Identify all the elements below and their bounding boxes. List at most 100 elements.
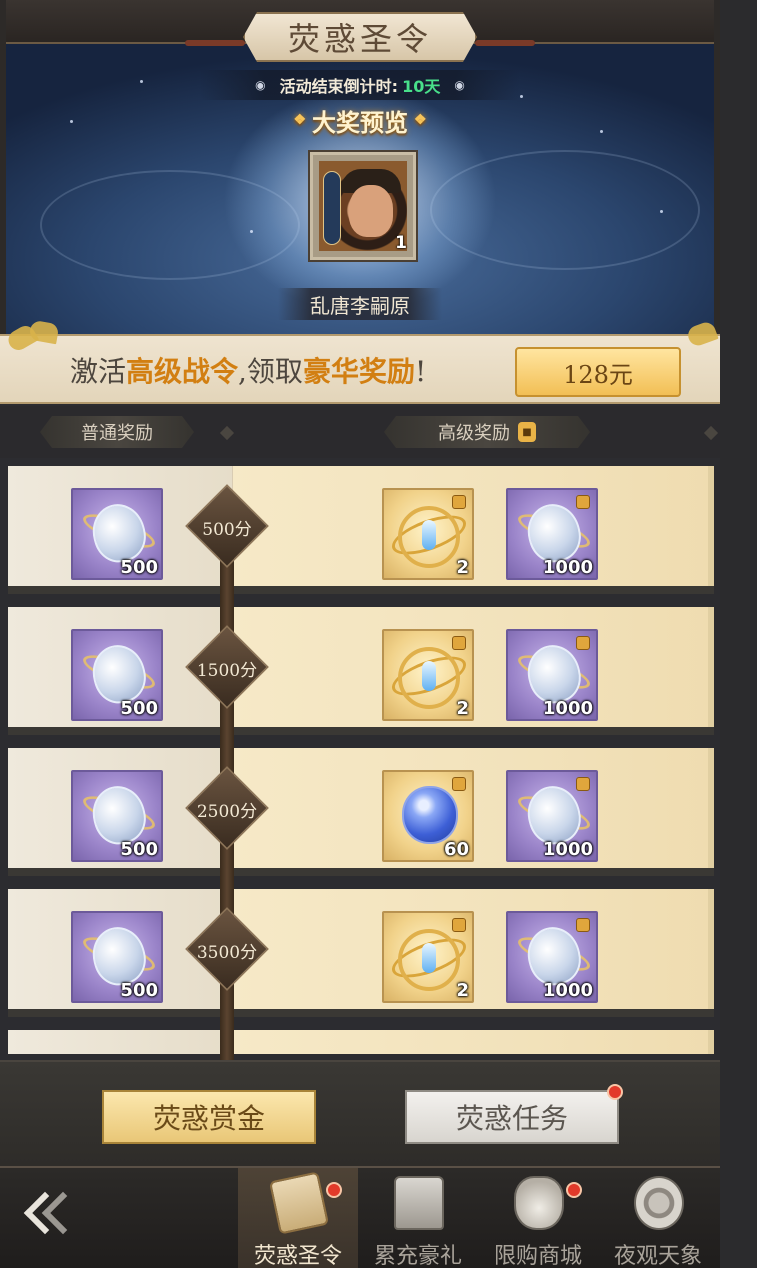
nav-item-holy-order[interactable]: 荧惑圣令 bbox=[238, 1168, 358, 1268]
nav-item-stargazing[interactable]: 夜观天象 bbox=[598, 1168, 718, 1268]
milestone-marker: 500分 bbox=[179, 484, 275, 569]
reward-row: 500 60 1000 bbox=[8, 748, 714, 876]
item-quantity: 500 bbox=[120, 698, 158, 719]
item-quantity: 60 bbox=[443, 839, 469, 860]
chest-icon bbox=[394, 1176, 444, 1230]
page-title: 荧惑圣令 bbox=[243, 12, 477, 62]
lock-icon bbox=[452, 495, 466, 509]
star-decoration bbox=[600, 130, 603, 133]
reward-item[interactable]: 1000 bbox=[506, 770, 598, 862]
ornament-icon: ◉ bbox=[255, 78, 266, 92]
lock-icon bbox=[452, 777, 466, 791]
nav-item-limited-shop[interactable]: 限购商城 bbox=[478, 1168, 598, 1268]
nav-item-recharge-gifts[interactable]: 累充豪礼 bbox=[358, 1168, 478, 1268]
item-quantity: 500 bbox=[120, 557, 158, 578]
grand-prize-title: 大奖预览 bbox=[312, 107, 408, 137]
nav-label: 荧惑圣令 bbox=[253, 1244, 342, 1268]
milestone-marker: 2500分 bbox=[179, 766, 275, 851]
reward-item[interactable]: 60 bbox=[382, 770, 474, 862]
nav-label: 夜观天象 bbox=[613, 1244, 702, 1268]
star-decoration bbox=[520, 95, 523, 98]
milestone-label: 500分 bbox=[202, 519, 252, 540]
milestone-marker: 1500分 bbox=[179, 625, 275, 710]
reward-item[interactable]: 2 bbox=[382, 488, 474, 580]
divider-ornament bbox=[219, 425, 235, 441]
promo-highlight: 高级战令 bbox=[126, 355, 239, 388]
reward-item[interactable]: 1000 bbox=[506, 629, 598, 721]
tasks-button[interactable]: 荧惑任务 bbox=[405, 1090, 619, 1144]
free-rewards-label: 普通奖励 bbox=[81, 423, 153, 444]
star-decoration bbox=[70, 120, 73, 123]
lock-icon bbox=[576, 918, 590, 932]
premium-reward-cell bbox=[233, 1030, 714, 1054]
ribbon-right bbox=[475, 40, 535, 46]
back-button[interactable] bbox=[14, 1188, 104, 1248]
reward-list[interactable]: 500 2 1000 500 2 1000 500 60 1000 500 2 1000 bbox=[8, 466, 714, 1054]
hero-portrait-card[interactable]: 1 bbox=[310, 152, 416, 260]
reward-item[interactable]: 2 bbox=[382, 911, 474, 1003]
reward-row: 500 2 1000 bbox=[8, 607, 714, 735]
cloud-swirl bbox=[40, 170, 300, 280]
milestone-label: 1500分 bbox=[196, 660, 258, 681]
promo-text-part: ,领取 bbox=[238, 355, 303, 388]
astrolabe-icon bbox=[634, 1176, 684, 1230]
reward-column-headers: 普通奖励 高级奖励 ■ bbox=[0, 406, 720, 458]
item-quantity: 2 bbox=[456, 557, 469, 578]
reward-item[interactable]: 1000 bbox=[506, 488, 598, 580]
promo-text-part: 激活 bbox=[70, 355, 127, 388]
lock-icon bbox=[576, 495, 590, 509]
notification-dot bbox=[326, 1182, 342, 1198]
event-screen: 荧惑圣令 ◉ 活动结束倒计时: 10天 ◉ ❖ 大奖预览 ❖ 1 乱唐李嗣原 激… bbox=[0, 0, 720, 1268]
lock-icon: ■ bbox=[518, 422, 536, 442]
reward-item[interactable]: 500 bbox=[71, 770, 163, 862]
reward-row: 500 2 1000 bbox=[8, 889, 714, 1017]
row-edge bbox=[708, 889, 714, 1009]
lock-icon bbox=[452, 636, 466, 650]
banner: 荧惑圣令 ◉ 活动结束倒计时: 10天 ◉ ❖ 大奖预览 ❖ 1 乱唐李嗣原 bbox=[0, 0, 720, 335]
star-decoration bbox=[140, 80, 143, 83]
row-edge bbox=[708, 466, 714, 586]
side-margin bbox=[720, 0, 757, 1268]
reward-item[interactable]: 500 bbox=[71, 911, 163, 1003]
action-bar: 荧惑赏金 荧惑任务 bbox=[0, 1060, 720, 1166]
item-quantity: 1000 bbox=[542, 839, 593, 860]
item-quantity: 1000 bbox=[542, 557, 593, 578]
grand-prize-heading: ❖ 大奖预览 ❖ bbox=[270, 102, 450, 138]
scroll-icon bbox=[268, 1171, 330, 1235]
countdown-label: 活动结束倒计时: bbox=[279, 77, 399, 96]
lock-icon bbox=[576, 636, 590, 650]
reward-item[interactable]: 2 bbox=[382, 629, 474, 721]
item-quantity: 1000 bbox=[542, 698, 593, 719]
frame-left bbox=[0, 0, 6, 335]
promo-highlight: 豪华奖励 bbox=[302, 355, 415, 388]
lock-icon bbox=[452, 918, 466, 932]
premium-promo-text: 激活高级战令,领取豪华奖励! bbox=[70, 350, 426, 390]
row-edge bbox=[708, 1030, 714, 1054]
promo-text-part: ! bbox=[414, 355, 427, 388]
milestone-label: 3500分 bbox=[196, 942, 258, 963]
premium-rewards-label: 高级奖励 bbox=[438, 423, 510, 444]
reward-row: 500 2 1000 bbox=[8, 466, 714, 594]
item-quantity: 500 bbox=[120, 839, 158, 860]
buy-premium-button[interactable]: 128元 bbox=[515, 347, 681, 397]
item-quantity: 2 bbox=[456, 698, 469, 719]
nav-label: 限购商城 bbox=[493, 1244, 582, 1268]
hero-name: 乱唐李嗣原 bbox=[278, 288, 442, 320]
reward-row bbox=[8, 1030, 714, 1054]
lock-icon bbox=[576, 777, 590, 791]
item-quantity: 2 bbox=[456, 980, 469, 1001]
bounty-button[interactable]: 荧惑赏金 bbox=[102, 1090, 316, 1144]
item-quantity: 1000 bbox=[542, 980, 593, 1001]
milestone-label: 2500分 bbox=[196, 801, 258, 822]
hero-quantity: 1 bbox=[395, 233, 407, 253]
premium-pass-banner: 激活高级战令,领取豪华奖励! 128元 bbox=[0, 319, 720, 404]
reward-item[interactable]: 500 bbox=[71, 629, 163, 721]
diamond-ornament-icon: ❖ bbox=[293, 112, 306, 128]
reward-item[interactable]: 500 bbox=[71, 488, 163, 580]
premium-rewards-header: 高级奖励 ■ bbox=[384, 416, 590, 448]
hero-face bbox=[349, 185, 393, 237]
reward-item[interactable]: 1000 bbox=[506, 911, 598, 1003]
bottom-nav: 荧惑圣令 累充豪礼 限购商城 夜观天象 bbox=[0, 1166, 720, 1268]
hero-rank-badge-icon bbox=[323, 171, 341, 245]
row-edge bbox=[708, 607, 714, 727]
